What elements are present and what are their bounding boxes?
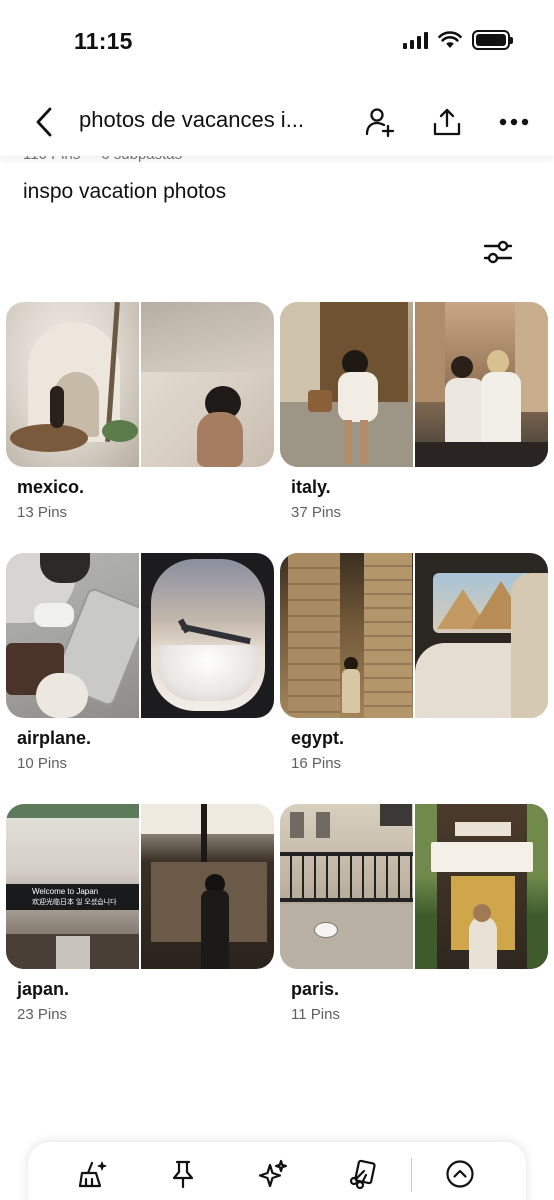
pin-button[interactable] (163, 1156, 203, 1192)
broom-sparkle-icon (78, 1161, 107, 1188)
board-description: inspo vacation photos (23, 180, 227, 203)
section-pin-count: 16 Pins (291, 755, 342, 772)
sparkles-icon (258, 1159, 288, 1188)
japan-sign-line1: Welcome to Japan (32, 887, 99, 896)
ideas-button[interactable] (253, 1156, 293, 1192)
cover-image (415, 804, 548, 969)
section-cover[interactable] (280, 553, 548, 718)
filter-sliders-icon (483, 240, 513, 264)
add-collaborator-button[interactable] (360, 102, 400, 142)
section-cover[interactable]: Welcome to Japan 欢迎光临日本 일 오셨습니다 (6, 804, 274, 969)
expand-toolbar-button[interactable] (440, 1156, 480, 1192)
status-bar: 11:15 (0, 0, 554, 80)
wifi-icon (438, 31, 462, 48)
filter-button[interactable] (478, 234, 518, 270)
cover-image (141, 553, 274, 718)
share-upload-icon (433, 108, 461, 136)
cover-image: Welcome to Japan 欢迎光临日本 일 오셨습니다 (6, 804, 139, 969)
section-pin-count: 13 Pins (17, 504, 68, 521)
toolbar-divider (411, 1158, 412, 1192)
section-name: mexico. (17, 477, 85, 497)
cover-image (280, 302, 413, 467)
cover-image (415, 553, 548, 718)
chevron-up-circle-icon (446, 1160, 474, 1188)
add-person-icon (365, 108, 395, 138)
board-toolbar (28, 1142, 526, 1200)
section-name: italy. (291, 477, 331, 497)
section-pin-count: 37 Pins (291, 504, 342, 521)
section-name: japan. (17, 979, 70, 999)
section-name: egypt. (291, 728, 345, 748)
organize-button[interactable] (73, 1156, 113, 1192)
board-title: photos de vacances i... (79, 107, 305, 132)
pin-icon (172, 1160, 194, 1189)
section-pin-count: 10 Pins (17, 755, 68, 772)
board-section-egypt[interactable]: egypt. 16 Pins (280, 553, 548, 772)
section-name: paris. (291, 979, 340, 999)
japan-sign-line2: 欢迎光临日本 일 오셨습니다 (32, 899, 117, 906)
section-name: airplane. (17, 728, 92, 748)
battery-icon (472, 30, 513, 50)
share-button[interactable] (427, 102, 467, 142)
status-time: 11:15 (74, 28, 133, 54)
back-button[interactable] (26, 104, 62, 140)
section-pin-count: 23 Pins (17, 1006, 68, 1023)
board-section-mexico[interactable]: mexico. 13 Pins (6, 302, 274, 521)
section-cover[interactable] (280, 804, 548, 969)
scissors-collage-icon (349, 1159, 376, 1189)
board-section-japan[interactable]: Welcome to Japan 欢迎光临日本 일 오셨습니다 japan. 2… (6, 804, 274, 1023)
collage-button[interactable] (343, 1156, 383, 1192)
cover-image (6, 553, 139, 718)
section-cover[interactable] (6, 553, 274, 718)
chevron-left-icon (36, 107, 52, 137)
cover-image (415, 302, 548, 467)
more-options-button[interactable] (494, 102, 534, 142)
section-cover[interactable] (6, 302, 274, 467)
section-cover[interactable] (280, 302, 548, 467)
cover-image (6, 302, 139, 467)
board-section-paris[interactable]: paris. 11 Pins (280, 804, 548, 1023)
cover-image (280, 553, 413, 718)
cover-image (280, 804, 413, 969)
board-section-italy[interactable]: italy. 37 Pins (280, 302, 548, 521)
status-icons (403, 30, 513, 50)
section-pin-count: 11 Pins (291, 1006, 340, 1023)
cover-image (141, 302, 274, 467)
more-horizontal-icon (499, 118, 529, 126)
cellular-signal-icon (403, 31, 428, 49)
board-section-airplane[interactable]: airplane. 10 Pins (6, 553, 274, 772)
cover-image (141, 804, 274, 969)
board-header: photos de vacances i... (0, 88, 554, 156)
